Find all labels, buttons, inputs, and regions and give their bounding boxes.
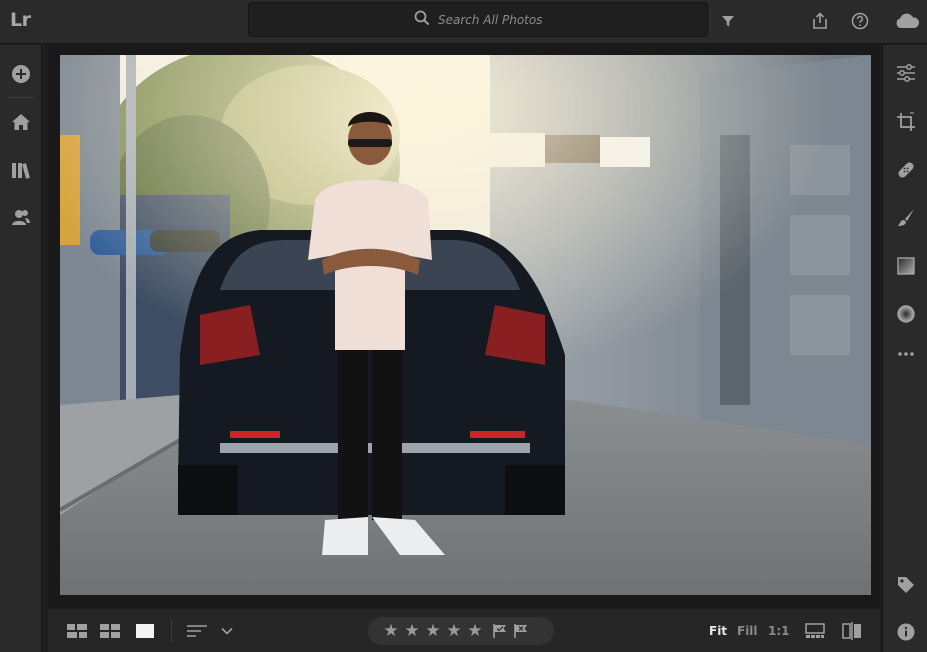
healing-icon[interactable]: [895, 159, 917, 181]
top-bar: Lr: [0, 0, 927, 44]
square-grid-icon[interactable]: [66, 622, 88, 640]
edit-sliders-icon[interactable]: [895, 62, 917, 84]
add-photos-icon[interactable]: [9, 62, 33, 86]
filmstrip-icon[interactable]: [804, 622, 826, 640]
rating-pill: ★ ★ ★ ★ ★: [368, 617, 554, 645]
bottom-toolbar: ★ ★ ★ ★ ★ Fit Fill 1:1: [48, 609, 880, 652]
search-bar[interactable]: [248, 2, 708, 37]
sidebar-divider: [8, 97, 34, 98]
detail-view-icon[interactable]: [134, 622, 156, 640]
zoom-1to1-button[interactable]: 1:1: [768, 624, 790, 638]
library-icon[interactable]: [9, 158, 33, 182]
crop-icon[interactable]: [895, 111, 917, 133]
home-icon[interactable]: [9, 110, 33, 134]
search-icon: [414, 10, 430, 30]
main-photo[interactable]: [60, 55, 871, 595]
rating-star-1[interactable]: ★: [382, 622, 400, 640]
search-input[interactable]: [438, 12, 542, 27]
photo-grid-icon[interactable]: [99, 622, 121, 640]
right-sidebar: [882, 45, 927, 652]
info-icon[interactable]: [895, 621, 917, 643]
chevron-down-icon[interactable]: [219, 622, 235, 640]
rating-star-4[interactable]: ★: [445, 622, 463, 640]
pick-flag-icon[interactable]: [491, 622, 509, 640]
app-logo: Lr: [10, 9, 31, 31]
toolbar-divider: [171, 619, 172, 643]
zoom-fill-button[interactable]: Fill: [737, 624, 758, 638]
zoom-fit-button[interactable]: Fit: [709, 624, 727, 638]
reject-flag-icon[interactable]: [512, 622, 530, 640]
sort-icon[interactable]: [186, 622, 208, 640]
radial-gradient-icon[interactable]: [895, 303, 917, 325]
rating-star-5[interactable]: ★: [466, 622, 484, 640]
more-icon[interactable]: [895, 343, 917, 365]
rating-star-2[interactable]: ★: [403, 622, 421, 640]
before-after-icon[interactable]: [841, 622, 863, 640]
linear-gradient-icon[interactable]: [895, 255, 917, 277]
people-icon[interactable]: [9, 205, 33, 229]
rating-star-3[interactable]: ★: [424, 622, 442, 640]
share-icon[interactable]: [808, 9, 832, 33]
cloud-icon[interactable]: [893, 9, 921, 33]
help-icon[interactable]: [848, 9, 872, 33]
left-sidebar: [0, 45, 42, 652]
brush-icon[interactable]: [895, 207, 917, 229]
filter-icon[interactable]: [716, 9, 740, 33]
keyword-tag-icon[interactable]: [895, 574, 917, 596]
